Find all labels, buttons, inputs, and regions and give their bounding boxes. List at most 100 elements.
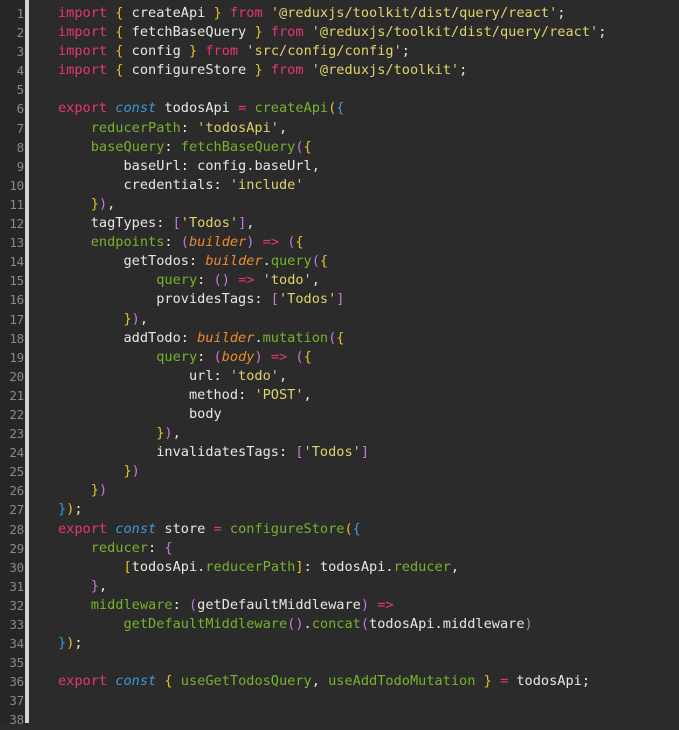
code-token: from bbox=[229, 5, 263, 21]
code-token: { bbox=[336, 329, 345, 346]
code-line[interactable]: }) bbox=[29, 481, 679, 500]
code-line[interactable]: baseUrl: config.baseUrl, bbox=[29, 157, 679, 176]
code-line[interactable]: providesTags: ['Todos'] bbox=[29, 290, 679, 309]
code-line[interactable]: import { config } from 'src/config/confi… bbox=[29, 42, 679, 61]
code-token: ( bbox=[213, 272, 222, 289]
code-token: ; bbox=[74, 635, 83, 652]
code-token: 'Todos' bbox=[278, 291, 337, 308]
code-line[interactable]: method: 'POST', bbox=[29, 386, 679, 405]
code-line[interactable]: middleware: (getDefaultMiddleware) => bbox=[29, 596, 679, 615]
code-line[interactable] bbox=[29, 710, 679, 723]
code-line[interactable] bbox=[29, 80, 679, 99]
code-token: store bbox=[156, 520, 214, 537]
code-token: , bbox=[311, 673, 329, 690]
code-line[interactable]: import { configureStore } from '@reduxjs… bbox=[29, 61, 679, 80]
code-line[interactable]: import { createApi } from '@reduxjs/tool… bbox=[29, 4, 679, 23]
code-line[interactable]: export const { useGetTodosQuery, useAddT… bbox=[29, 672, 679, 691]
code-token: getTodos bbox=[58, 253, 189, 270]
code-line[interactable]: }); bbox=[29, 634, 679, 653]
code-lines[interactable]: import { createApi } from '@reduxjs/tool… bbox=[29, 4, 679, 723]
code-token: : bbox=[303, 558, 320, 575]
code-line[interactable]: [todosApi.reducerPath]: todosApi.reducer… bbox=[29, 558, 679, 577]
code-line[interactable]: credentials: 'include' bbox=[29, 176, 679, 195]
code-line[interactable]: reducer: { bbox=[29, 539, 679, 558]
code-line[interactable]: }), bbox=[29, 310, 679, 329]
code-token: : bbox=[164, 234, 181, 251]
code-token: import bbox=[58, 62, 108, 79]
code-line[interactable]: reducerPath: 'todosApi', bbox=[29, 119, 679, 138]
code-token: [ bbox=[123, 558, 132, 575]
code-line[interactable]: getDefaultMiddleware().concat(todosApi.m… bbox=[29, 615, 679, 634]
code-line[interactable]: addTodo: builder.mutation({ bbox=[29, 329, 679, 348]
code-line[interactable]: export const store = configureStore({ bbox=[29, 520, 679, 539]
code-line[interactable]: url: 'todo', bbox=[29, 367, 679, 386]
code-token: } bbox=[254, 62, 263, 79]
code-token: import bbox=[58, 5, 108, 21]
code-token: addTodo bbox=[58, 329, 181, 346]
code-line[interactable]: query: () => 'todo', bbox=[29, 271, 679, 290]
code-area[interactable]: import { createApi } from '@reduxjs/tool… bbox=[29, 0, 679, 723]
code-token: fetchBaseQuery bbox=[180, 138, 296, 155]
code-token: builder bbox=[197, 329, 255, 346]
code-token: from bbox=[205, 43, 239, 60]
code-token: invalidatesTags bbox=[58, 444, 279, 461]
code-line[interactable]: export const todosApi = createApi({ bbox=[29, 99, 679, 118]
code-line[interactable]: baseQuery: fetchBaseQuery({ bbox=[29, 138, 679, 157]
code-token: todosApi bbox=[131, 558, 198, 575]
code-token: , bbox=[107, 195, 116, 212]
code-token: import bbox=[58, 43, 108, 60]
code-token: , bbox=[311, 272, 320, 289]
code-token: configureStore bbox=[229, 520, 345, 537]
code-line[interactable] bbox=[29, 653, 679, 672]
code-token: ( bbox=[344, 520, 353, 537]
code-line[interactable]: }); bbox=[29, 500, 679, 519]
code-line[interactable]: import { fetchBaseQuery } from '@reduxjs… bbox=[29, 23, 679, 42]
code-line[interactable]: }), bbox=[29, 195, 679, 214]
code-token: todosApi bbox=[319, 558, 386, 575]
code-token: createApi bbox=[123, 5, 214, 21]
code-token: = bbox=[213, 520, 222, 537]
code-token: => bbox=[377, 596, 394, 613]
code-token: ] bbox=[295, 558, 304, 575]
code-line[interactable]: invalidatesTags: ['Todos'] bbox=[29, 443, 679, 462]
code-line[interactable]: }) bbox=[29, 462, 679, 481]
code-token: 'Todos' bbox=[180, 215, 239, 232]
code-line[interactable]: query: (body) => ({ bbox=[29, 348, 679, 367]
code-line[interactable] bbox=[29, 691, 679, 710]
code-token: reducerPath bbox=[58, 119, 181, 136]
code-line[interactable]: }, bbox=[29, 577, 679, 596]
code-token: 'Todos' bbox=[303, 444, 361, 461]
code-token: : bbox=[180, 119, 198, 136]
code-token: } bbox=[188, 43, 198, 60]
code-token: ) bbox=[254, 348, 263, 365]
code-token: } bbox=[90, 482, 99, 499]
code-line[interactable]: endpoints: (builder) => ({ bbox=[29, 233, 679, 252]
code-token: : bbox=[254, 291, 271, 308]
code-line[interactable]: getTodos: builder.query({ bbox=[29, 252, 679, 271]
code-token: , bbox=[278, 119, 288, 136]
code-line[interactable]: }), bbox=[29, 424, 679, 443]
line-number-gutter[interactable]: 1 2 3 4 5 6 7 8 9 10 11 12 13 14 15 16 17 18 19 20 21 22 23 24 2… bbox=[0, 0, 29, 727]
code-token: 'src/config/config' bbox=[246, 43, 402, 60]
code-token: { bbox=[319, 253, 329, 270]
code-token: } bbox=[90, 195, 99, 212]
code-editor[interactable]: 1 2 3 4 5 6 7 8 9 10 11 12 13 14 15 16 17 18 19 20 21 22 23 24 2… bbox=[0, 0, 679, 727]
code-line[interactable]: tagTypes: ['Todos'], bbox=[29, 214, 679, 233]
code-token: 'todo' bbox=[229, 367, 279, 384]
code-token: reducerPath bbox=[205, 558, 296, 575]
code-token: middleware bbox=[58, 596, 173, 613]
code-token: : bbox=[278, 444, 296, 461]
code-token: builder bbox=[205, 253, 263, 270]
code-line[interactable]: body bbox=[29, 405, 679, 424]
code-token: export bbox=[58, 673, 108, 690]
code-token: 'todo' bbox=[262, 272, 312, 289]
code-token: reducer bbox=[58, 539, 149, 556]
